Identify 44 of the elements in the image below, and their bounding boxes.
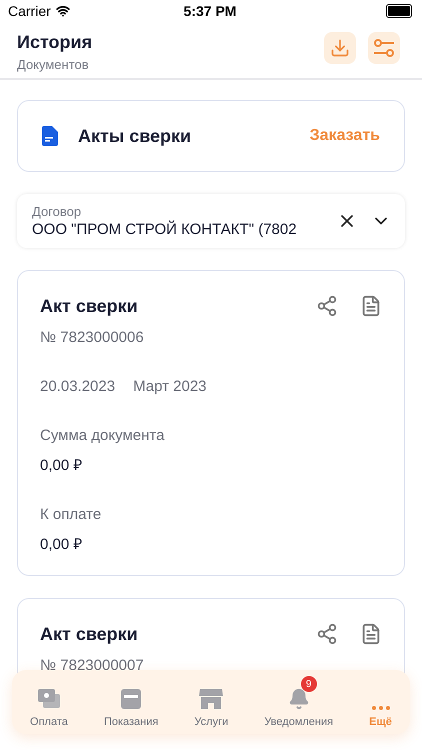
page-title: История xyxy=(17,32,92,53)
tab-item[interactable]: 9 Уведомления xyxy=(264,676,334,728)
filter-button[interactable] xyxy=(368,32,400,64)
carrier-name: Carrier xyxy=(8,3,51,19)
tab-item[interactable]: Оплата xyxy=(30,676,68,728)
share-button[interactable] xyxy=(316,623,338,645)
amount-label: К оплате xyxy=(40,506,102,523)
wifi-icon xyxy=(56,4,70,18)
order-title: Акты сверки xyxy=(78,126,192,146)
amount-label: Сумма документа xyxy=(40,427,166,444)
banknote-icon xyxy=(36,688,61,710)
document-title: Акт сверки xyxy=(40,624,138,644)
contract-select[interactable]: Договор ООО "ПРОМ СТРОЙ КОНТАКТ" (7802 xyxy=(17,194,405,248)
document-title: Акт сверки xyxy=(40,296,138,316)
tab-item[interactable]: Показания xyxy=(104,676,158,728)
document-number: № 7823000006 xyxy=(40,329,145,346)
filter-icon xyxy=(374,39,394,57)
document-button[interactable] xyxy=(360,295,382,317)
field-value: ООО "ПРОМ СТРОЙ КОНТАКТ" (7802 xyxy=(32,221,298,238)
share-icon xyxy=(316,623,338,645)
field-label: Договор xyxy=(32,204,82,219)
order-link[interactable]: Заказать xyxy=(310,127,380,145)
document-icon xyxy=(42,126,58,146)
share-icon xyxy=(316,295,338,317)
document-date: 20.03.2023 xyxy=(40,378,116,395)
more-icon xyxy=(372,706,390,710)
amount-value: 0,00 ₽ xyxy=(40,456,84,474)
download-icon xyxy=(330,38,350,58)
meter-icon xyxy=(120,688,142,710)
tab-item[interactable]: Услуги xyxy=(194,676,228,728)
download-button[interactable] xyxy=(324,32,356,64)
page-subtitle: Документов xyxy=(17,57,90,72)
document-icon xyxy=(360,295,382,317)
document-period: Март 2023 xyxy=(133,378,207,395)
notification-badge: 9 xyxy=(300,676,317,692)
shop-icon xyxy=(198,688,224,710)
document-button[interactable] xyxy=(360,623,382,645)
share-button[interactable] xyxy=(316,295,338,317)
document-number: № 7823000007 xyxy=(40,657,145,674)
status-time: 5:37 PM xyxy=(184,3,236,19)
bell-icon xyxy=(288,688,310,710)
amount-value: 0,00 ₽ xyxy=(40,535,84,553)
battery-icon xyxy=(386,4,412,18)
document-icon xyxy=(360,623,382,645)
